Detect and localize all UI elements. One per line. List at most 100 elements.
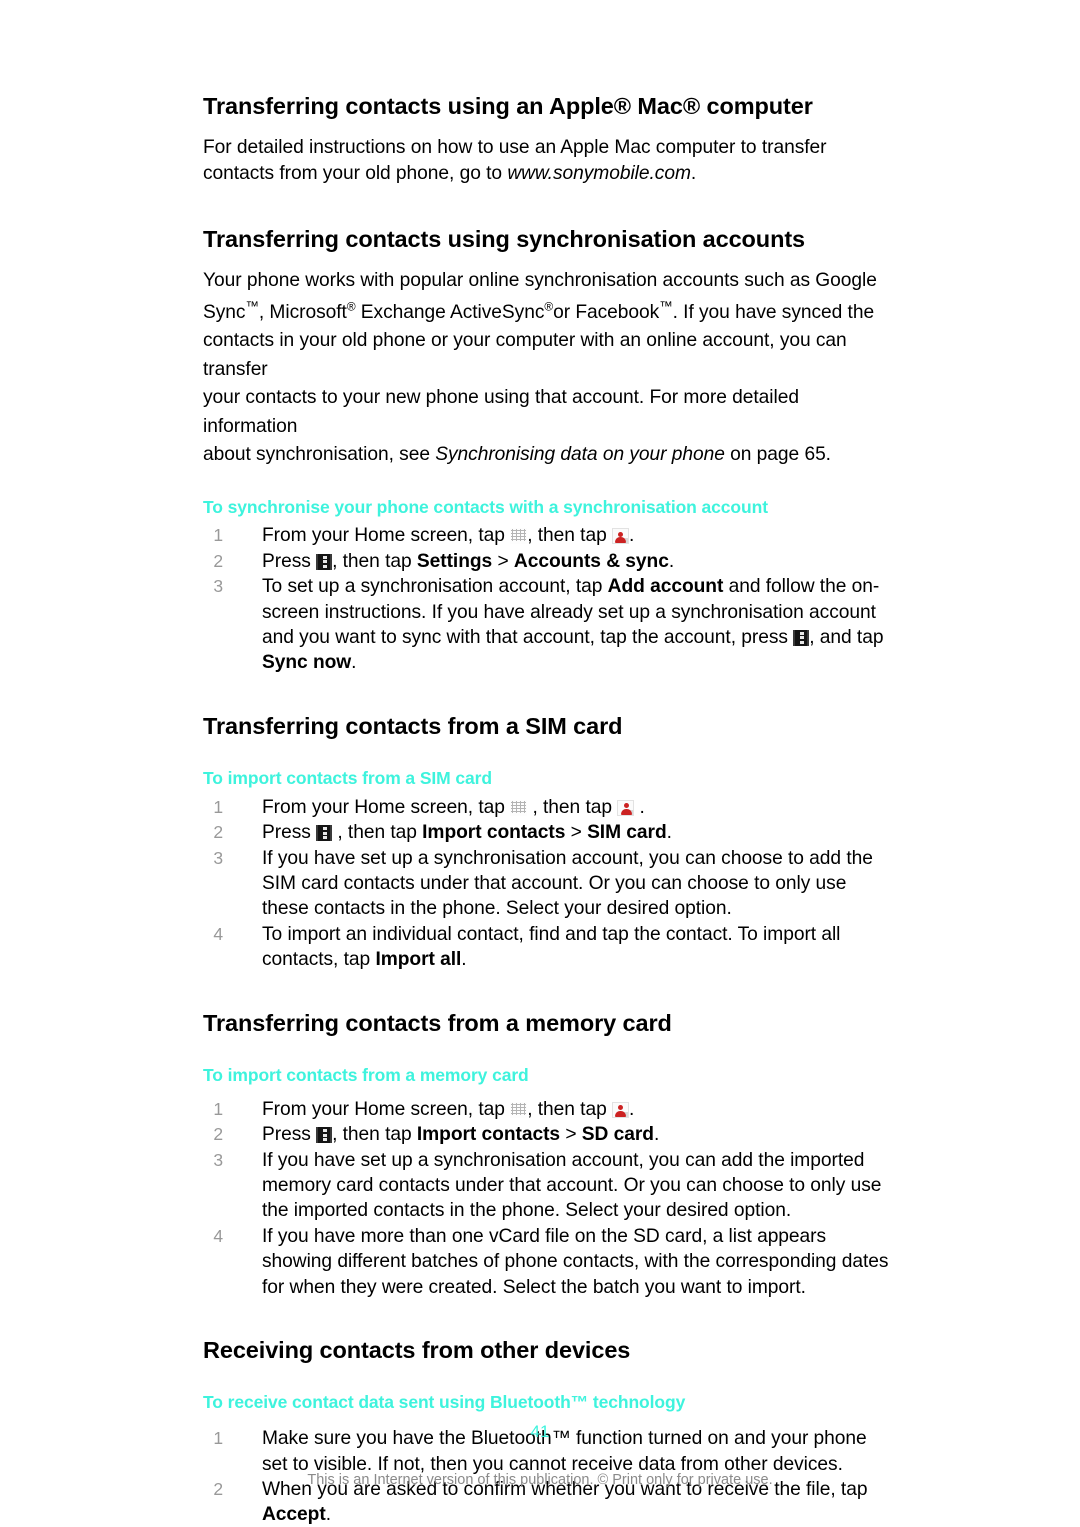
text-facebook: or Facebook: [553, 301, 660, 323]
text-page-ref: on page 65.: [724, 444, 831, 466]
paragraph-sync-line1: Your phone works with popular online syn…: [203, 269, 877, 291]
heading-sim-card: Transferring contacts from a SIM card: [203, 712, 623, 739]
menu-key-icon: [316, 553, 333, 570]
text-line-e: about synchronisation, see Synchronising…: [203, 441, 893, 470]
heading-apple-mac: Transferring contacts using an Apple® Ma…: [203, 93, 813, 119]
contacts-icon: [617, 799, 635, 816]
menu-key-icon: [316, 1127, 333, 1144]
subheading-import-memory: To import contacts from a memory card: [203, 1065, 529, 1086]
step-text-3: .: [628, 525, 635, 547]
step-number: 2: [213, 822, 223, 843]
step-text-4: .: [653, 1124, 660, 1146]
step-text-2: , then tap: [527, 796, 618, 818]
footer-note: This is an Internet version of this publ…: [307, 1472, 773, 1488]
step-item: 1 From your Home screen, tap , then tap …: [213, 795, 893, 820]
text-microsoft: , Microsoft: [258, 301, 347, 323]
step-text: From your Home screen, tap: [262, 796, 511, 818]
step-number: 4: [213, 1225, 223, 1246]
step-text-2: .: [461, 949, 467, 971]
subheading-bluetooth: To receive contact data sent using Bluet…: [203, 1392, 686, 1413]
step-text-2: , then tap: [332, 550, 417, 572]
paragraph-text-end: .: [690, 162, 697, 184]
url-italic: www.sonymobile.com: [507, 162, 691, 184]
menu-label-accept: Accept: [262, 1504, 326, 1526]
trademark-symbol-2: ™: [659, 298, 673, 314]
step-item: 3 If you have set up a synchronisation a…: [213, 1148, 893, 1224]
step-text-2: , then tap: [332, 1124, 417, 1146]
step-number: 1: [213, 796, 223, 817]
menu-label-import-all: Import all: [375, 949, 462, 971]
contacts-icon: [611, 1101, 629, 1118]
step-text-2: , then tap: [527, 1098, 612, 1120]
step-number: 2: [213, 1124, 223, 1145]
text-activesync: Exchange ActiveSync: [355, 301, 545, 323]
text-line-c: contacts in your old phone or your compu…: [203, 330, 847, 380]
subheading-sync-contacts: To synchronise your phone contacts with …: [203, 496, 768, 517]
step-separator: >: [565, 822, 588, 844]
step-text-2: .: [325, 1504, 331, 1526]
heading-memory-card: Transferring contacts from a memory card: [203, 1009, 672, 1036]
step-number: 1: [213, 525, 223, 546]
page-content: Transferring contacts using an Apple® Ma…: [203, 92, 893, 1527]
step-item: 2 Press , then tap Import contacts > SD …: [213, 1122, 893, 1147]
step-number: 3: [213, 847, 223, 868]
text-line-d: your contacts to your new phone using th…: [203, 387, 799, 437]
menu-label-sd-card: SD card: [581, 1124, 654, 1146]
app-drawer-icon: [510, 1100, 528, 1118]
heading-sync-accounts: Transferring contacts using synchronisat…: [203, 225, 806, 252]
menu-label-settings: Settings: [416, 550, 493, 572]
contacts-icon: [611, 528, 629, 545]
step-text: Press: [262, 550, 317, 572]
step-item: 3 If you have set up a synchronisation a…: [213, 846, 893, 922]
step-text-2: , then tap: [527, 525, 612, 547]
step-number: 3: [213, 576, 223, 597]
menu-key-icon: [793, 629, 810, 646]
step-text: Press: [262, 1124, 317, 1146]
page-number: 41: [530, 1422, 550, 1441]
step-text-4: .: [666, 822, 672, 844]
step-item: 1 From your Home screen, tap , then tap …: [213, 1097, 893, 1122]
step-item: 4 If you have more than one vCard file o…: [213, 1224, 893, 1300]
registered-symbol: ®: [346, 299, 356, 314]
document-page: Transferring contacts using an Apple® Ma…: [0, 0, 1080, 1527]
step-text-3: , and tap: [809, 626, 884, 648]
step-text: To set up a synchronisation account, tap: [262, 576, 608, 598]
subheading-import-sim: To import contacts from a SIM card: [203, 768, 492, 789]
step-text-4: .: [351, 652, 357, 674]
steps-sim: 1 From your Home screen, tap , then tap …: [213, 795, 893, 973]
step-item: 2 Press , then tap Settings > Accounts &…: [213, 549, 893, 574]
menu-key-icon: [316, 825, 333, 842]
step-text-3: .: [628, 1098, 635, 1120]
step-text: If you have set up a synchronisation acc…: [262, 847, 873, 920]
step-text: To import an individual contact, find an…: [262, 923, 841, 971]
step-text: If you have set up a synchronisation acc…: [262, 1149, 882, 1222]
steps-memory: 1 From your Home screen, tap , then tap …: [213, 1097, 893, 1300]
text-sync: Sync: [203, 301, 246, 323]
menu-label-import-contacts: Import contacts: [422, 822, 566, 844]
paragraph-sync-block: Sync™, Microsoft® Exchange ActiveSync®or…: [203, 299, 893, 470]
step-number: 1: [213, 1098, 223, 1119]
step-number: 4: [213, 923, 223, 944]
menu-label-import-contacts: Import contacts: [416, 1124, 561, 1146]
trademark-symbol: ™: [245, 298, 259, 314]
text-about-sync: about synchronisation, see: [203, 444, 436, 466]
step-number: 3: [213, 1149, 223, 1170]
menu-label-add-account: Add account: [607, 576, 724, 598]
step-text: Press: [262, 822, 317, 844]
step-text-3: .: [634, 796, 645, 818]
step-item: 4 To import an individual contact, find …: [213, 922, 893, 973]
paragraph-apple-mac: For detailed instructions on how to use …: [203, 135, 893, 186]
step-item: 3 To set up a synchronisation account, t…: [213, 574, 893, 676]
registered-symbol-2: ®: [544, 299, 554, 314]
heading-receiving-contacts: Receiving contacts from other devices: [203, 1337, 631, 1364]
steps-sync: 1 From your Home screen, tap , then tap …: [213, 523, 893, 676]
step-item: 1 From your Home screen, tap , then tap …: [213, 523, 893, 548]
cross-reference-italic: Synchronising data on your phone: [435, 444, 725, 466]
step-item: 2 Press , then tap Import contacts > SIM…: [213, 820, 893, 845]
text-synced: . If you have synced the: [672, 301, 875, 323]
step-text-4: .: [668, 550, 675, 572]
step-text: From your Home screen, tap: [262, 525, 511, 547]
app-drawer-icon: [510, 798, 528, 816]
step-text: From your Home screen, tap: [262, 1098, 511, 1120]
menu-label-sim-card: SIM card: [587, 822, 667, 844]
